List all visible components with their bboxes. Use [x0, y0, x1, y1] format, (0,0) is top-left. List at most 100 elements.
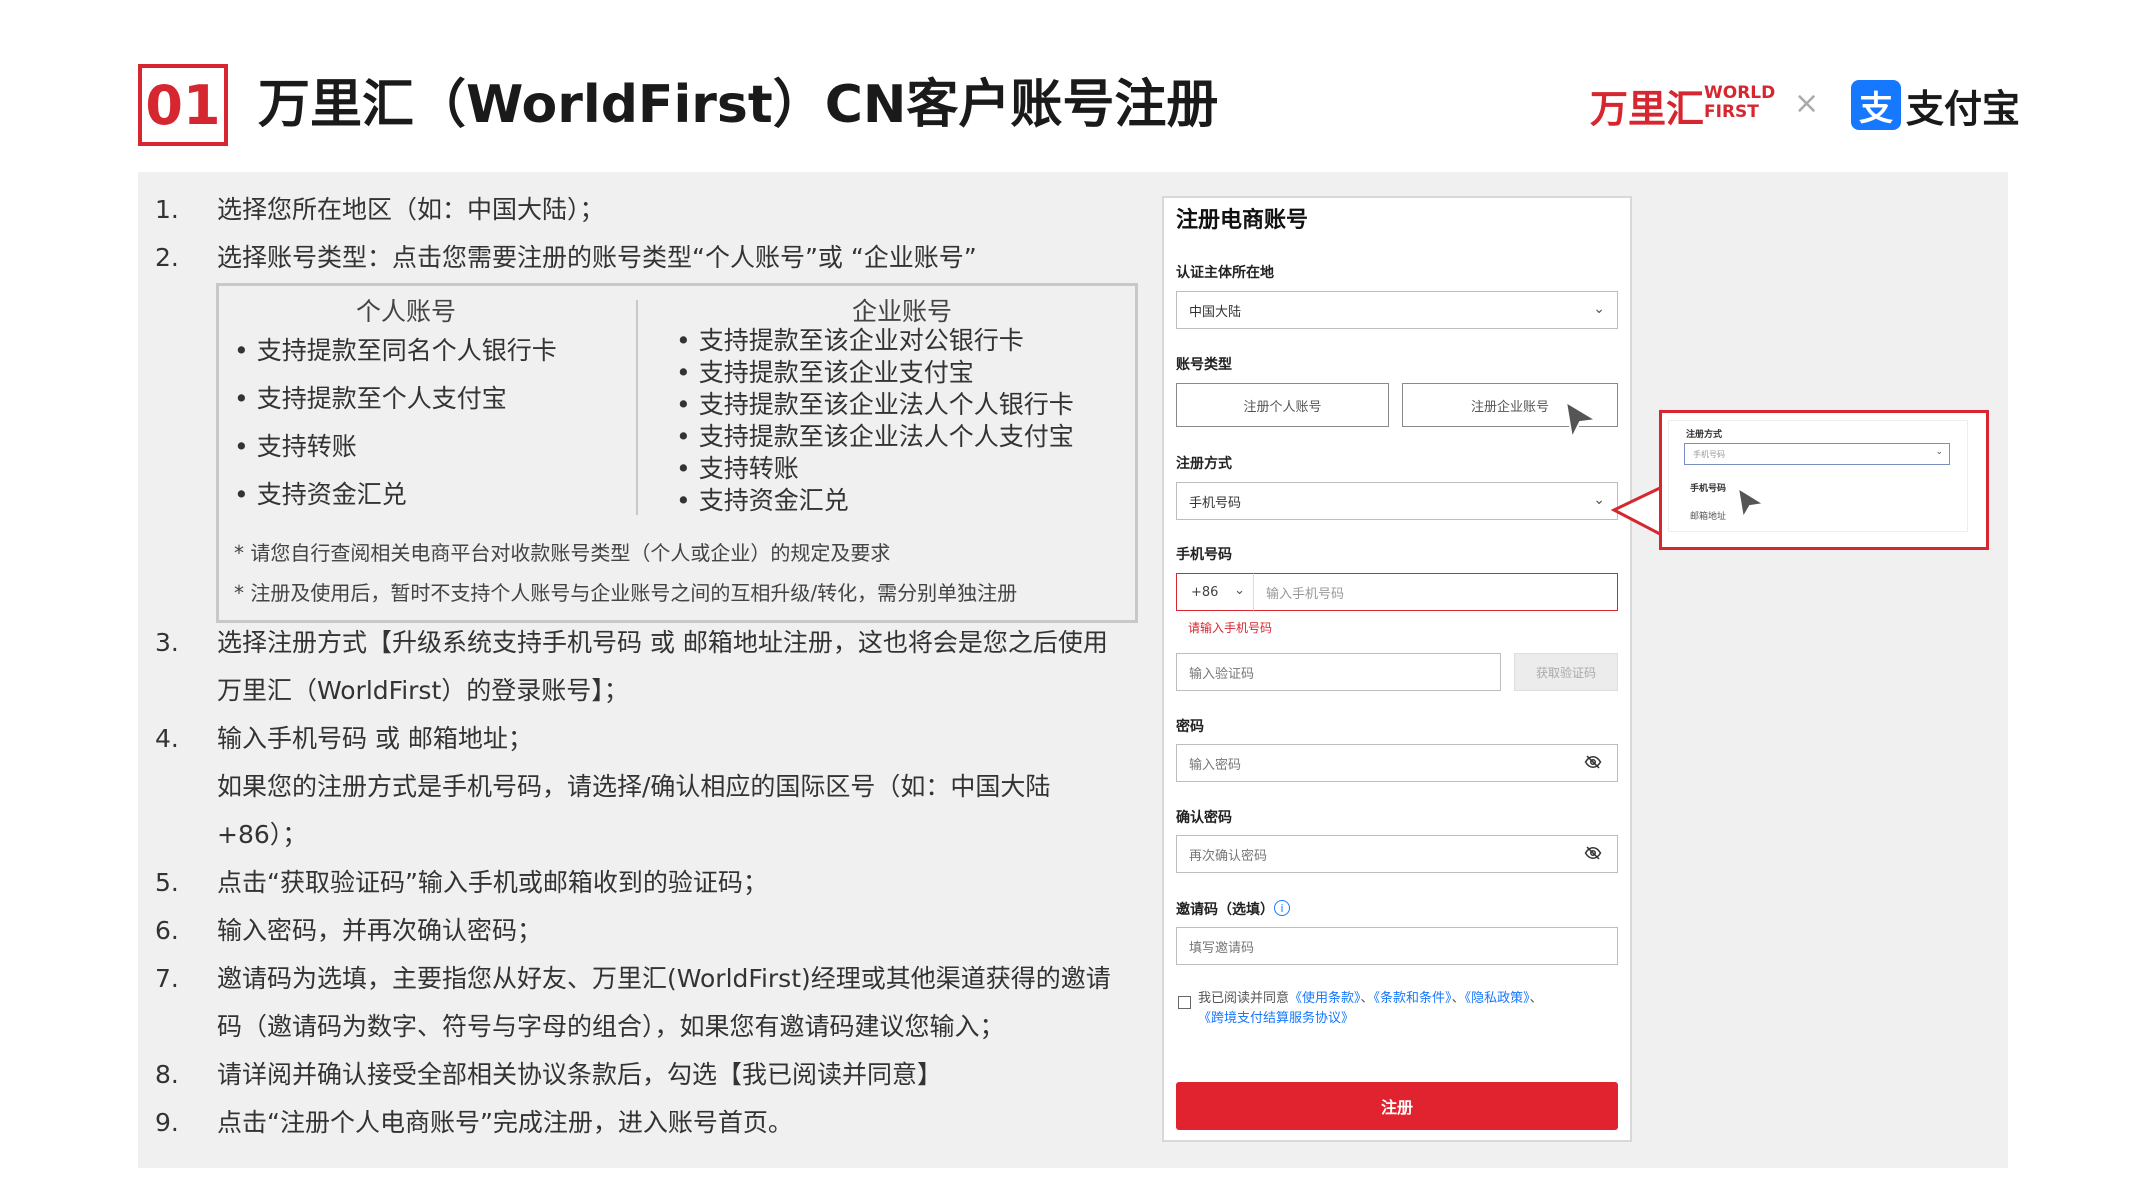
terms-of-use-link[interactable]: 《使用条款》: [1289, 991, 1361, 1006]
register-personal-button[interactable]: 注册个人账号: [1176, 383, 1389, 427]
step-text: 选择账号类型：点击您需要注册的账号类型“个人账号”或 “企业账号”: [217, 243, 977, 272]
personal-feature-item: • 支持提款至同名个人银行卡: [234, 336, 557, 365]
step-9: 9. 点击“注册个人电商账号”完成注册，进入账号首页。: [155, 1106, 793, 1140]
step-4-continued: +86）；: [217, 820, 308, 849]
logo-separator-icon: ×: [1794, 86, 1820, 121]
get-code-button[interactable]: 获取验证码: [1514, 653, 1618, 691]
step-text: 点击“注册个人电商账号”完成注册，进入账号首页。: [217, 1108, 793, 1137]
confirm-password-placeholder: 再次确认密码: [1189, 848, 1268, 864]
confirm-password-label: 确认密码: [1176, 810, 1232, 826]
step-5: 5. 点击“获取验证码”输入手机或邮箱收到的验证码；: [155, 866, 768, 900]
step-number: 3.: [155, 628, 179, 657]
country-code-select[interactable]: +86 ⌄: [1176, 573, 1254, 611]
register-submit-button[interactable]: 注册: [1176, 1082, 1618, 1130]
confirm-password-input[interactable]: 再次确认密码: [1176, 835, 1618, 873]
step-number: 2.: [155, 243, 179, 272]
chevron-down-icon: ⌄: [1593, 492, 1605, 508]
cross-border-agreement-link[interactable]: 《跨境支付结算服务协议》: [1198, 1011, 1354, 1026]
account-note-2: * 注册及使用后，暂时不支持个人账号与企业账号之间的互相升级/转化，需分别单独注…: [234, 581, 1018, 605]
step-8: 8. 请详阅并确认接受全部相关协议条款后，勾选【我已阅读并同意】: [155, 1058, 942, 1092]
step-3-continued: 万里汇（WorldFirst）的登录账号】；: [217, 676, 629, 705]
eye-hidden-icon[interactable]: [1583, 844, 1603, 862]
page-title: 万里汇（WorldFirst）CN客户账号注册: [258, 75, 1219, 135]
step-2: 2. 选择账号类型：点击您需要注册的账号类型“个人账号”或 “企业账号”: [155, 241, 977, 275]
step-7: 7. 邀请码为选填，主要指您从好友、万里汇(WorldFirst)经理或其他渠道获…: [155, 962, 1111, 996]
invite-code-input[interactable]: 填写邀请码: [1176, 927, 1618, 965]
callout-option-phone[interactable]: 手机号码: [1690, 481, 1726, 494]
callout-method-select[interactable]: 手机号码 ⌄: [1684, 443, 1950, 465]
step-text: 选择您所在地区（如：中国大陆）；: [217, 195, 605, 224]
step-text: 输入密码，并再次确认密码；: [217, 916, 543, 945]
step-4: 4. 输入手机号码 或 邮箱地址；: [155, 722, 533, 756]
business-account-heading: 企业账号: [852, 297, 953, 326]
step-number: 6.: [155, 916, 179, 945]
business-feature-item: • 支持转账: [676, 454, 799, 483]
business-feature-item: • 支持提款至该企业法人个人银行卡: [676, 390, 1074, 419]
method-select[interactable]: 手机号码 ⌄: [1176, 482, 1618, 520]
agree-checkbox[interactable]: [1178, 996, 1191, 1009]
step-number: 1.: [155, 195, 179, 224]
mouse-cursor-icon: [1736, 486, 1766, 520]
form-title: 注册电商账号: [1176, 208, 1309, 233]
callout-select-value: 手机号码: [1693, 449, 1725, 459]
step-1: 1. 选择您所在地区（如：中国大陆）；: [155, 193, 605, 227]
personal-feature-item: • 支持转账: [234, 432, 357, 461]
callout-option-email[interactable]: 邮箱地址: [1690, 509, 1726, 522]
terms-conditions-link[interactable]: 《条款和条件》: [1374, 991, 1452, 1006]
region-label: 认证主体所在地: [1176, 265, 1274, 281]
phone-input[interactable]: 输入手机号码: [1254, 573, 1618, 611]
password-input[interactable]: 输入密码: [1176, 744, 1618, 782]
alipay-logo-text: 支付宝: [1906, 87, 2021, 131]
agree-prefix: 我已阅读并同意: [1198, 991, 1290, 1006]
account-note-1: * 请您自行查阅相关电商平台对收款账号类型（个人或企业）的规定及要求: [234, 541, 891, 565]
worldfirst-logo-text: 万里汇: [1590, 87, 1705, 131]
method-label: 注册方式: [1176, 456, 1232, 472]
chevron-down-icon: ⌄: [1593, 301, 1605, 317]
business-feature-item: • 支持提款至该企业法人个人支付宝: [676, 422, 1074, 451]
section-number: 01: [138, 64, 228, 146]
step-number: 5.: [155, 868, 179, 897]
worldfirst-logo-en-line2: FIRST: [1704, 102, 1759, 122]
chevron-down-icon: ⌄: [1234, 583, 1245, 598]
invite-code-label: 邀请码（选填）: [1176, 902, 1274, 918]
agreement-text: 我已阅读并同意《使用条款》、《条款和条件》、《隐私政策》、 《跨境支付结算服务协…: [1198, 989, 1543, 1029]
step-number: 9.: [155, 1108, 179, 1137]
password-placeholder: 输入密码: [1189, 757, 1242, 773]
business-feature-item: • 支持提款至该企业对公银行卡: [676, 326, 1024, 355]
chevron-down-icon: ⌄: [1935, 447, 1943, 457]
business-feature-item: • 支持提款至该企业支付宝: [676, 358, 974, 387]
step-text: 点击“获取验证码”输入手机或邮箱收到的验证码；: [217, 868, 768, 897]
verification-code-input[interactable]: 输入验证码: [1176, 653, 1501, 691]
mouse-cursor-icon: [1564, 400, 1598, 440]
region-select[interactable]: 中国大陆 ⌄: [1176, 291, 1618, 329]
worldfirst-logo-en-line1: WORLD: [1704, 83, 1776, 103]
worldfirst-logo-en: WORLD FIRST: [1704, 84, 1775, 122]
account-type-label: 账号类型: [1176, 357, 1232, 373]
personal-feature-item: • 支持提款至个人支付宝: [234, 384, 507, 413]
agree-separator: 、: [1360, 991, 1374, 1006]
business-feature-item: • 支持资金汇兑: [676, 486, 849, 515]
step-7-continued: 码（邀请码为数字、符号与字母的组合），如果您有邀请码建议您输入；: [217, 1012, 1005, 1041]
step-6: 6. 输入密码，并再次确认密码；: [155, 914, 542, 948]
phone-label: 手机号码: [1176, 547, 1232, 563]
personal-account-heading: 个人账号: [356, 297, 457, 326]
step-text: 请详阅并确认接受全部相关协议条款后，勾选【我已阅读并同意】: [217, 1060, 943, 1089]
step-text: 选择注册方式【升级系统支持手机号码 或 邮箱地址注册，这也将会是您之后使用: [217, 628, 1108, 657]
agree-separator: 、: [1529, 991, 1543, 1006]
eye-hidden-icon[interactable]: [1583, 753, 1603, 771]
callout-pointer: [1610, 486, 1661, 536]
region-select-value: 中国大陆: [1189, 304, 1242, 320]
country-code-value: +86: [1191, 584, 1219, 600]
table-divider: [636, 300, 638, 515]
callout-method-label: 注册方式: [1686, 430, 1723, 440]
method-select-value: 手机号码: [1189, 495, 1242, 511]
step-number: 8.: [155, 1060, 179, 1089]
password-label: 密码: [1176, 719, 1204, 735]
step-3: 3. 选择注册方式【升级系统支持手机号码 或 邮箱地址注册，这也将会是您之后使用: [155, 626, 1108, 660]
step-number: 4.: [155, 724, 179, 753]
alipay-logo-icon: 支: [1851, 80, 1901, 130]
step-4-continued: 如果您的注册方式是手机号码，请选择/确认相应的国际区号（如：中国大陆: [217, 772, 1051, 801]
personal-feature-item: • 支持资金汇兑: [234, 480, 407, 509]
privacy-policy-link[interactable]: 《隐私政策》: [1465, 991, 1530, 1006]
info-icon[interactable]: i: [1274, 900, 1290, 916]
